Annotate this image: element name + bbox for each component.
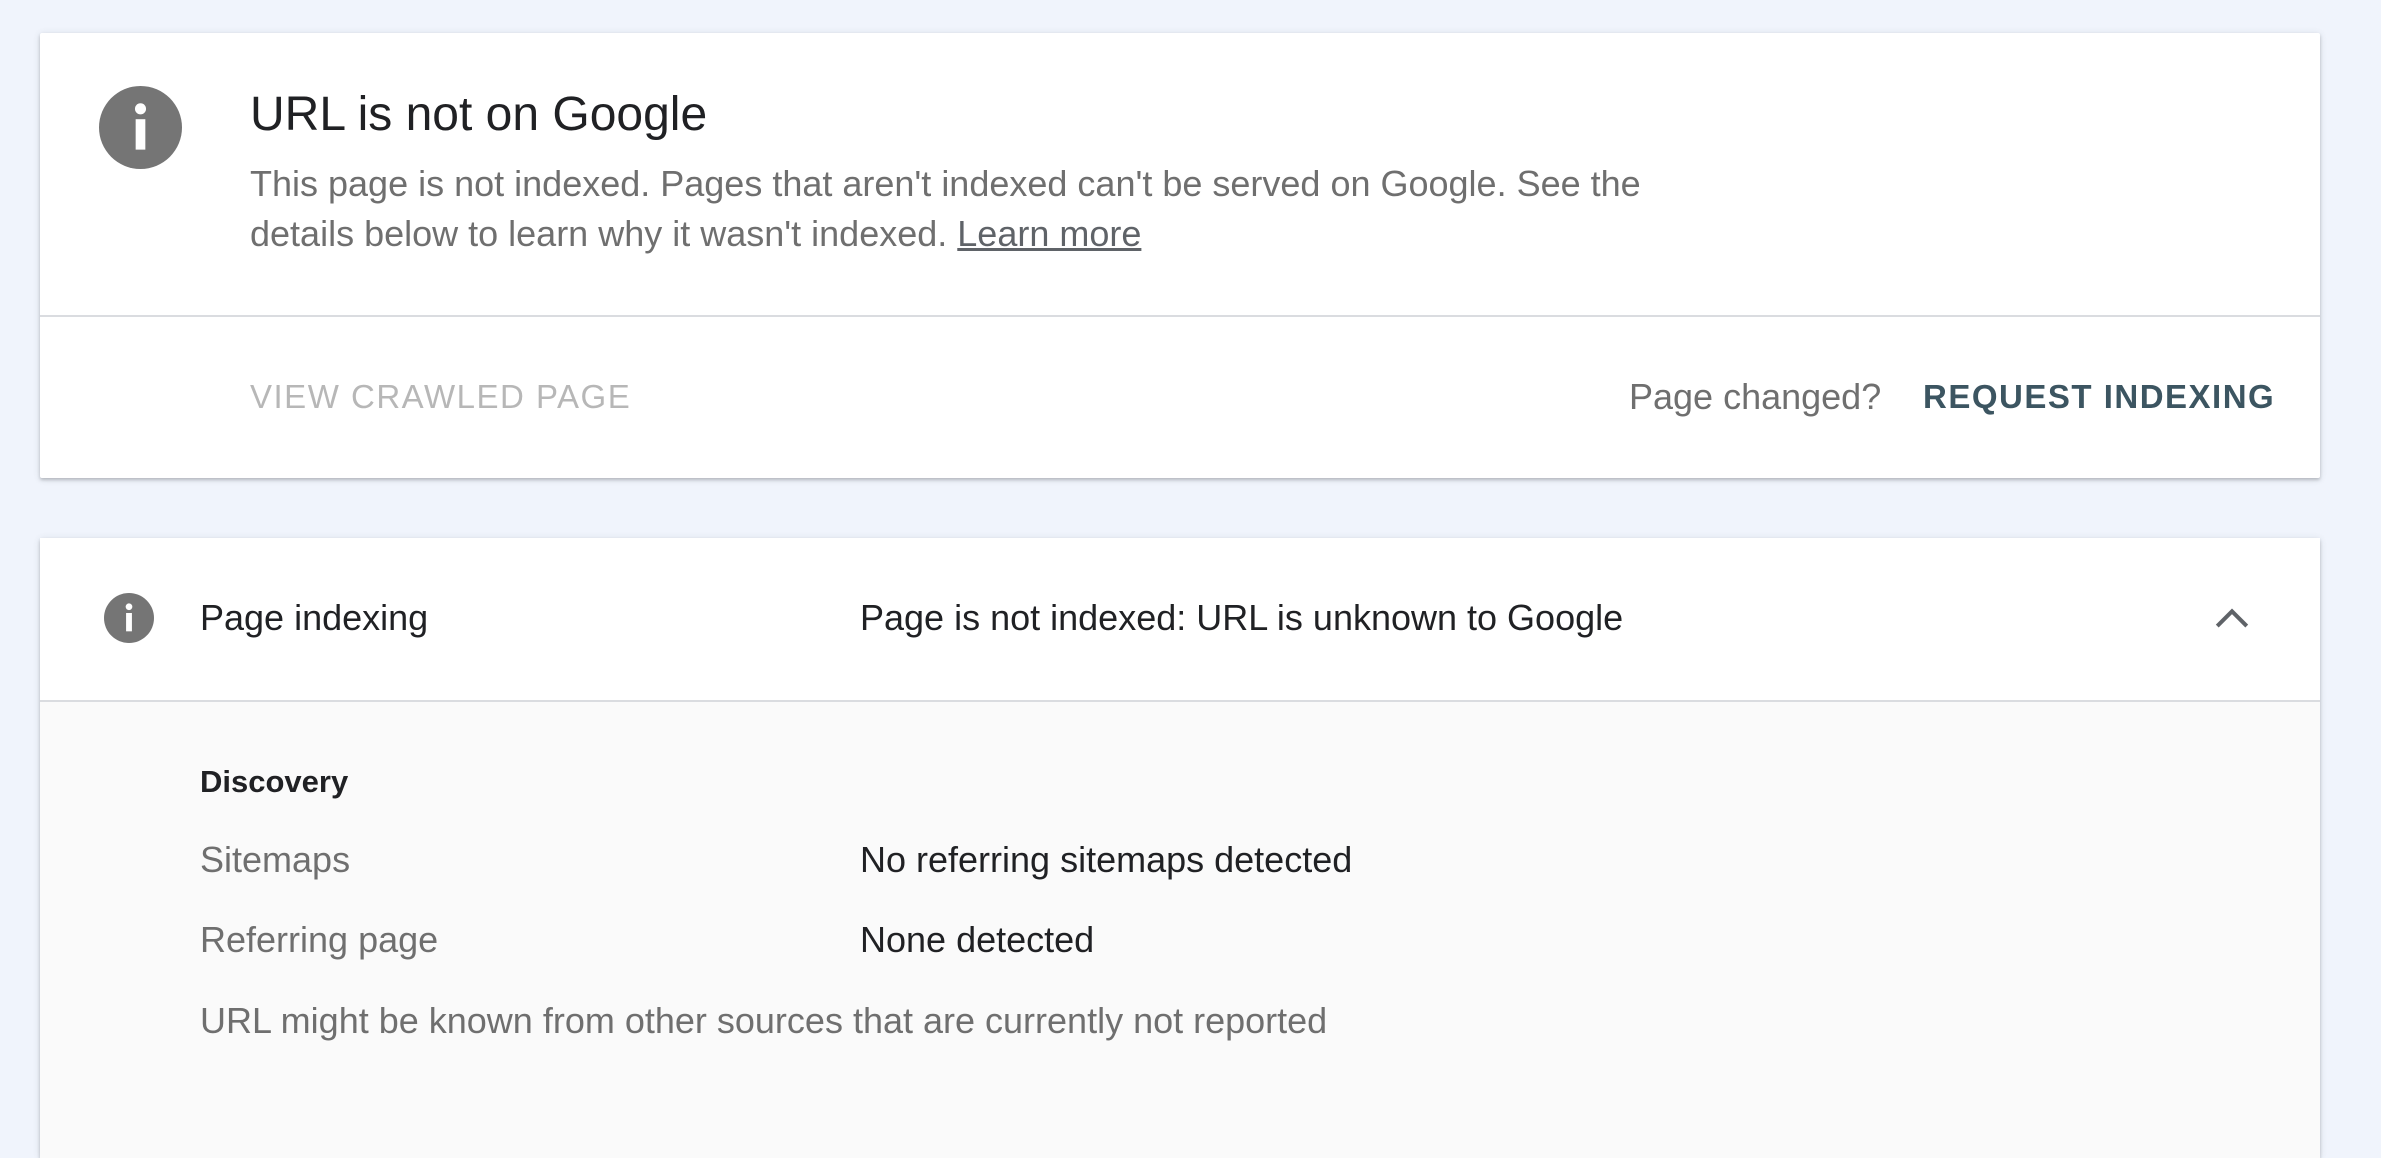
sitemaps-value: No referring sitemaps detected <box>860 839 1353 880</box>
status-description: This page is not indexed. Pages that are… <box>250 159 1750 259</box>
info-icon <box>104 593 154 643</box>
referring-page-value: None detected <box>860 919 1095 960</box>
page-indexing-card: Page indexing Page is not indexed: URL i… <box>40 538 2320 1158</box>
info-icon <box>99 86 182 169</box>
divider <box>40 315 2320 317</box>
learn-more-link[interactable]: Learn more <box>957 213 1141 254</box>
page-indexing-header[interactable]: Page indexing Page is not indexed: URL i… <box>40 538 2320 702</box>
view-crawled-page-button[interactable]: VIEW CRAWLED PAGE <box>250 375 631 419</box>
chevron-up-icon[interactable] <box>2212 598 2252 638</box>
sitemaps-label: Sitemaps <box>200 839 351 880</box>
status-description-text: This page is not indexed. Pages that are… <box>250 163 1641 254</box>
indexing-status: Page is not indexed: URL is unknown to G… <box>860 597 1624 638</box>
referring-page-label: Referring page <box>200 919 439 960</box>
page-changed-label: Page changed? <box>1629 376 1882 417</box>
request-indexing-button[interactable]: REQUEST INDEXING <box>1923 375 2275 419</box>
page-title: URL is not on Google <box>250 88 708 141</box>
url-status-card: URL is not on Google This page is not in… <box>40 33 2320 478</box>
discovery-note: URL might be known from other sources th… <box>200 1000 1328 1041</box>
discovery-heading: Discovery <box>200 764 349 799</box>
section-title: Page indexing <box>200 597 429 638</box>
page-indexing-details: Discovery Sitemaps No referring sitemaps… <box>40 702 2320 1158</box>
